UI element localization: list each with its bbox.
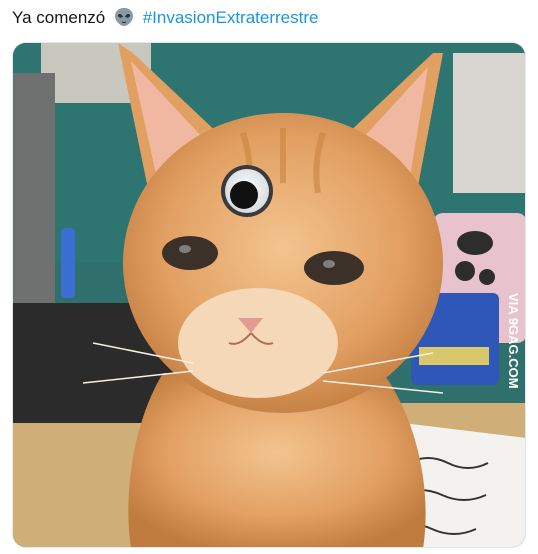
hashtag-link[interactable]: #InvasionExtraterrestre — [143, 8, 319, 27]
tweet-text-prefix: Ya comenzó — [12, 8, 106, 27]
tweet-media-image[interactable]: VIA 9GAG.COM — [12, 42, 526, 548]
tweet-text: Ya comenzó #InvasionExtraterrestre — [12, 6, 318, 30]
watermark-text: VIA 9GAG.COM — [506, 293, 521, 389]
alien-face-icon — [113, 7, 135, 27]
kitten-photo: VIA 9GAG.COM — [13, 43, 525, 547]
